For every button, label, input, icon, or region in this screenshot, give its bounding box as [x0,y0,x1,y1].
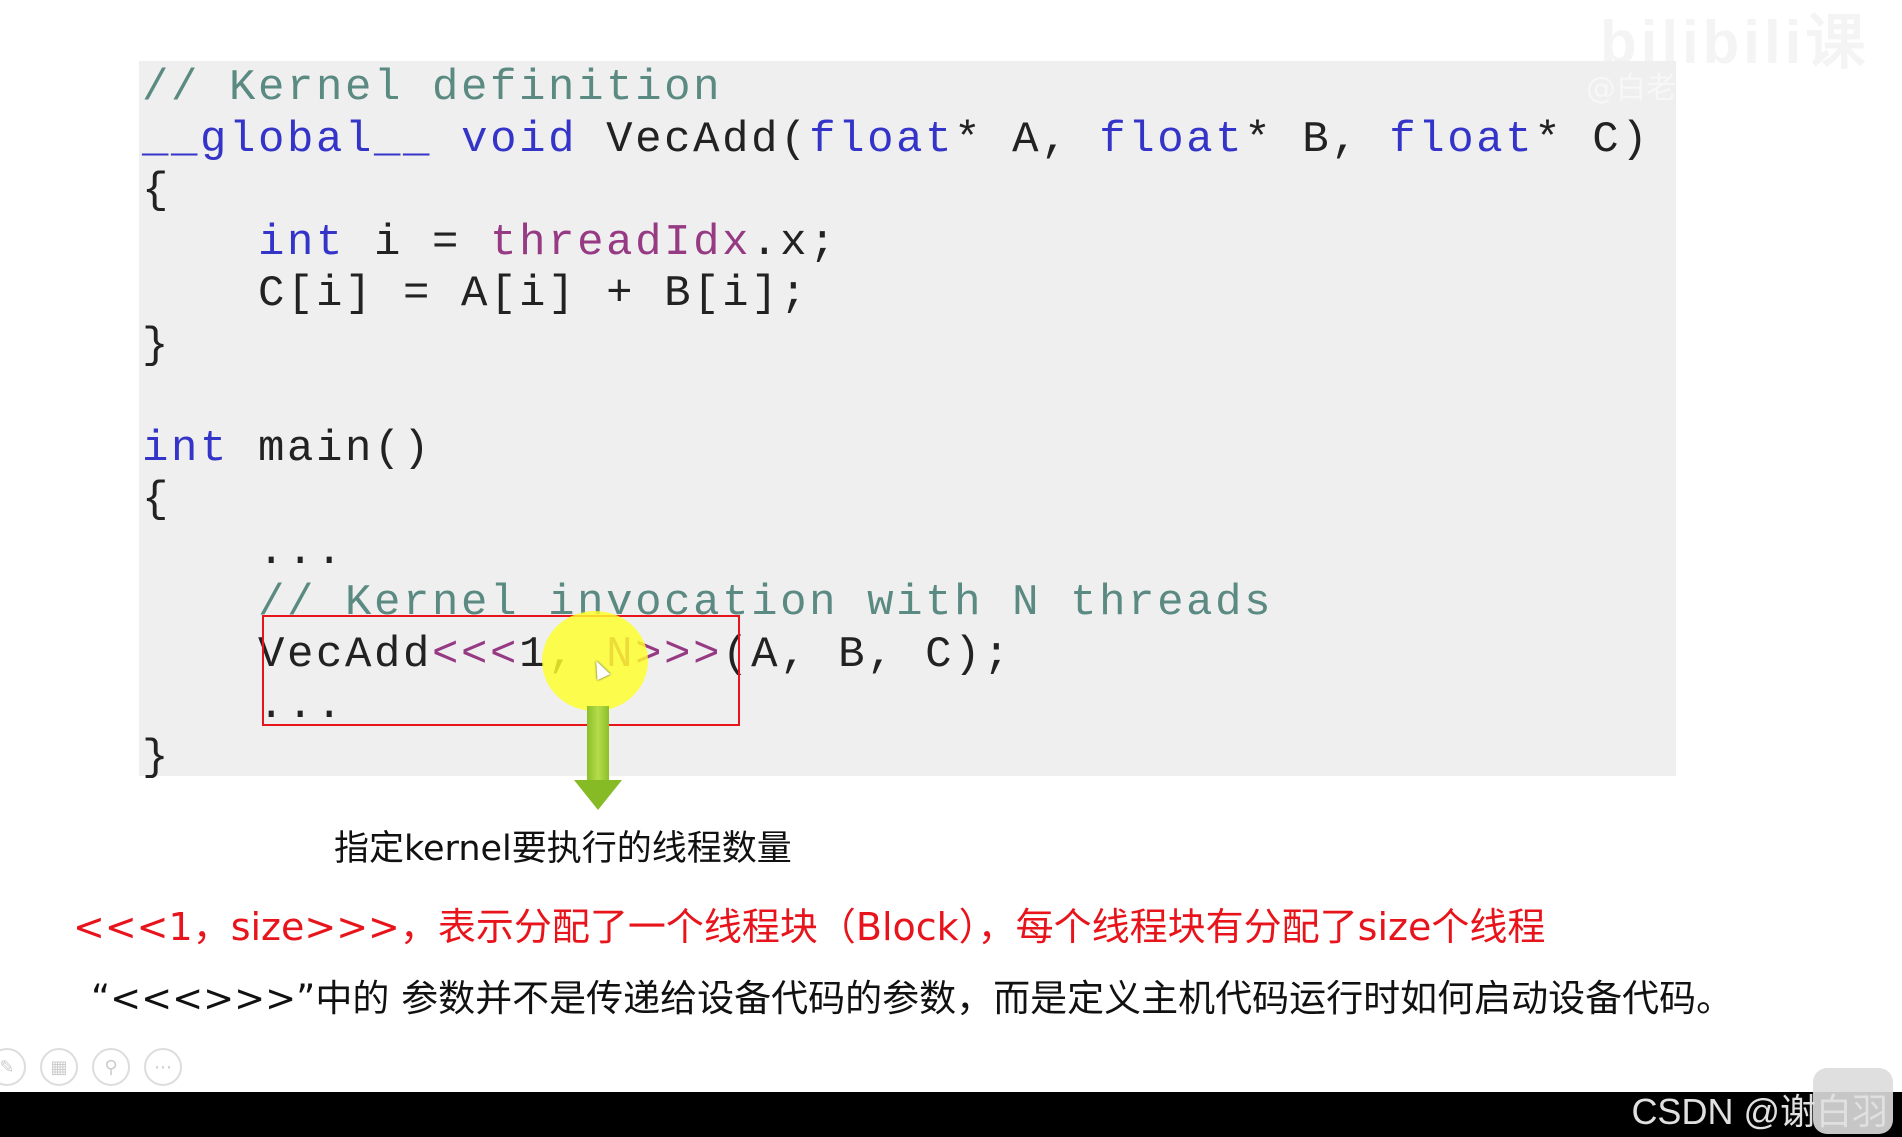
code-token: * C) [1534,114,1651,165]
slide-toolbar: ✎ ▦ ⚲ ⋯ [0,1048,182,1086]
code-line: __global__ void VecAdd(float* A, float* … [142,115,1650,167]
code-line [142,372,1650,424]
code-token: { [142,475,172,525]
code-token: { [142,166,172,216]
video-bottom-bar [0,1092,1902,1137]
csdn-credit: CSDN @谢白羽 [1631,1091,1888,1132]
code-token: VecAdd( [577,114,810,165]
code-token: .x; [751,217,839,268]
highlight-box [262,615,740,726]
code-line: int main() [142,424,1650,476]
grid-icon[interactable]: ▦ [40,1048,78,1086]
magnifier-icon[interactable]: ⚲ [92,1048,130,1086]
code-line: C[i] = A[i] + B[i]; [142,269,1650,321]
code-token: } [142,732,172,783]
code-token: float [1389,114,1535,165]
black-explanation: “<<<>>>”中的 参数并不是传递给设备代码的参数，而是定义主机代码运行时如何… [91,977,1734,1020]
arrow-caption: 指定kernel要执行的线程数量 [334,829,792,869]
code-line: { [142,166,1650,218]
code-token: * B, [1244,114,1390,165]
down-arrow-icon [587,706,609,781]
code-line: } [142,733,1650,785]
pen-icon[interactable]: ✎ [0,1048,26,1086]
code-token: } [142,320,172,371]
code-line: } [142,321,1650,373]
code-token: (A, B, C); [722,629,1013,680]
code-token: C[i] = A[i] + B[i]; [142,269,810,319]
code-token: float [809,114,955,165]
code-token: int [142,423,230,474]
down-arrow-head [574,780,622,810]
code-line: int i = threadIdx.x; [142,218,1650,270]
code-token: void [461,114,578,165]
code-token: // Kernel definition [142,63,723,113]
code-line: { [142,475,1650,527]
code-token: threadIdx [490,217,752,268]
code-line: ... [142,527,1650,579]
more-icon[interactable]: ⋯ [144,1048,182,1086]
code-token: i = [345,217,491,268]
code-token: int [258,217,346,268]
code-token: __global__ [142,114,433,165]
code-token: * A, [954,114,1100,165]
code-token: main() [229,423,433,474]
code-token: ... [142,526,346,577]
red-explanation: <<<1，size>>>，表示分配了一个线程块（Block），每个线程块有分配了… [73,905,1546,949]
code-line: // Kernel definition [142,63,1650,115]
code-token: float [1099,114,1245,165]
